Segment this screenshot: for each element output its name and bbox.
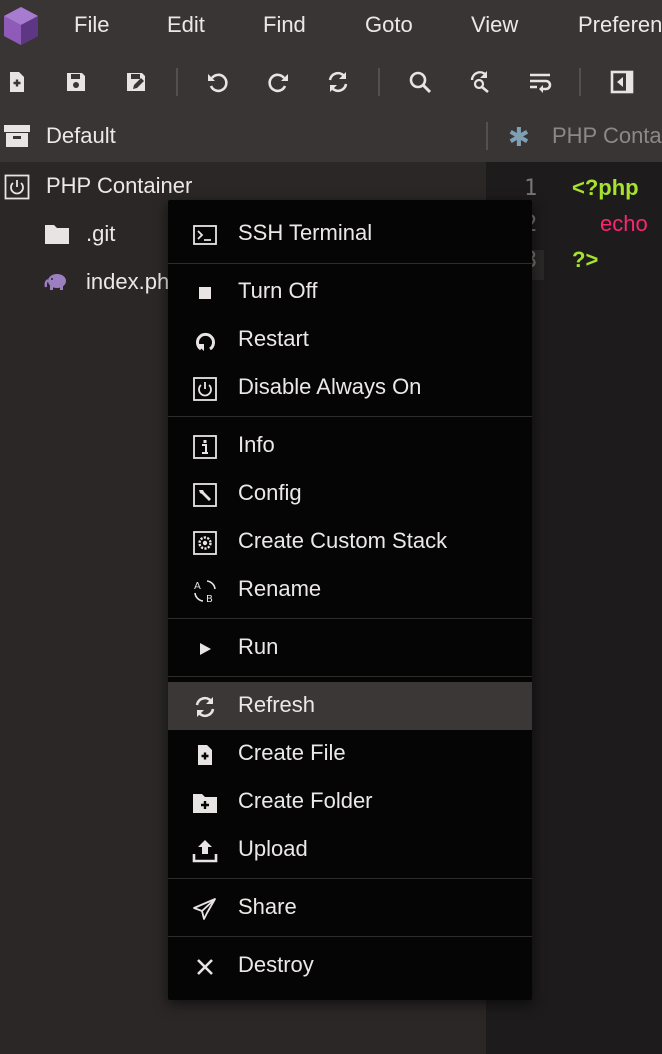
menu-item-destroy[interactable]: Destroy bbox=[168, 942, 532, 990]
menu-item-ssh-terminal[interactable]: SSH Terminal bbox=[168, 210, 532, 258]
stack-header[interactable]: Default bbox=[0, 110, 486, 162]
terminal-icon bbox=[192, 222, 218, 248]
menu-divider bbox=[168, 618, 532, 619]
redo-icon[interactable] bbox=[265, 69, 291, 95]
svg-text:A: A bbox=[194, 581, 201, 592]
menubar: File Edit Find Goto View Preferen bbox=[0, 0, 662, 52]
menu-divider bbox=[168, 676, 532, 677]
menu-goto[interactable]: Goto bbox=[365, 12, 413, 38]
menu-preferences[interactable]: Preferen bbox=[578, 12, 662, 38]
undo-icon[interactable] bbox=[205, 69, 231, 95]
close-icon bbox=[192, 954, 218, 980]
wrench-icon bbox=[192, 482, 218, 508]
menu-item-share[interactable]: Share bbox=[168, 884, 532, 932]
code-line[interactable]: ?> bbox=[572, 247, 598, 273]
menu-item-label: Restart bbox=[238, 326, 309, 351]
file-name: .git bbox=[86, 221, 116, 246]
menu-item-label: Upload bbox=[238, 836, 308, 861]
menu-find[interactable]: Find bbox=[263, 12, 306, 38]
menu-item-label: Create Custom Stack bbox=[238, 528, 448, 553]
word-wrap-icon[interactable] bbox=[527, 69, 553, 95]
context-menu: SSH Terminal Turn Off Restart Disable Al… bbox=[168, 200, 532, 1000]
menu-item-label: Refresh bbox=[238, 692, 316, 717]
menu-item-info[interactable]: Info bbox=[168, 422, 532, 470]
menu-item-label: Create Folder bbox=[238, 788, 373, 813]
menu-view[interactable]: View bbox=[471, 12, 518, 38]
toolbar-divider bbox=[579, 68, 581, 96]
menu-item-create-folder[interactable]: Create Folder bbox=[168, 778, 532, 826]
toolbar-divider bbox=[176, 68, 178, 96]
stop-icon bbox=[192, 280, 218, 306]
menu-divider bbox=[168, 263, 532, 264]
menu-item-label: Run bbox=[238, 634, 279, 659]
refresh-icon[interactable] bbox=[325, 69, 351, 95]
svg-text:B: B bbox=[206, 594, 213, 604]
search-icon[interactable] bbox=[407, 69, 433, 95]
archive-icon bbox=[3, 124, 31, 153]
power-icon bbox=[192, 376, 218, 402]
line-number: 1 bbox=[524, 176, 538, 201]
menu-item-disable-always-on[interactable]: Disable Always On bbox=[168, 364, 532, 412]
new-file-icon[interactable] bbox=[4, 69, 30, 95]
share-icon bbox=[192, 896, 218, 922]
menu-item-restart[interactable]: Restart bbox=[168, 316, 532, 364]
play-icon bbox=[192, 636, 218, 662]
menu-item-config[interactable]: Config bbox=[168, 470, 532, 518]
stack-title: Default bbox=[46, 123, 116, 148]
app-logo-icon[interactable] bbox=[2, 5, 40, 47]
container-name: PHP Container bbox=[46, 173, 193, 198]
search-replace-icon[interactable] bbox=[467, 69, 493, 95]
editor-tab[interactable]: PHP Conta bbox=[552, 123, 662, 149]
menu-item-run[interactable]: Run bbox=[168, 624, 532, 672]
new-file-icon bbox=[192, 742, 218, 768]
menu-item-label: Disable Always On bbox=[238, 374, 422, 399]
gear-icon bbox=[192, 530, 218, 556]
code-line[interactable]: <?php bbox=[572, 175, 639, 201]
menu-item-create-custom-stack[interactable]: Create Custom Stack bbox=[168, 518, 532, 566]
menu-item-rename[interactable]: AB Rename bbox=[168, 566, 532, 614]
restart-icon bbox=[192, 328, 218, 354]
code-line[interactable]: echo bbox=[600, 211, 648, 237]
upload-icon bbox=[192, 838, 218, 864]
menu-item-refresh[interactable]: Refresh bbox=[168, 682, 532, 730]
info-icon bbox=[192, 434, 218, 460]
new-folder-icon bbox=[192, 790, 218, 816]
file-name: index.ph bbox=[86, 269, 170, 294]
menu-edit[interactable]: Edit bbox=[167, 12, 205, 38]
toolbar-divider bbox=[378, 68, 380, 96]
tab-bar: ✱ PHP Conta bbox=[486, 110, 662, 162]
power-icon bbox=[4, 174, 30, 205]
menu-item-label: Config bbox=[238, 480, 302, 505]
menu-item-label: Turn Off bbox=[238, 278, 318, 303]
menu-item-label: Destroy bbox=[238, 952, 314, 977]
menu-divider bbox=[168, 878, 532, 879]
refresh-icon bbox=[192, 694, 218, 720]
tab-divider bbox=[486, 122, 488, 150]
menu-divider bbox=[168, 416, 532, 417]
modified-star-icon: ✱ bbox=[508, 122, 530, 152]
menu-item-label: Create File bbox=[238, 740, 346, 765]
menu-item-upload[interactable]: Upload bbox=[168, 826, 532, 874]
menu-item-label: Info bbox=[238, 432, 275, 457]
menu-item-turn-off[interactable]: Turn Off bbox=[168, 268, 532, 316]
save-as-icon[interactable] bbox=[123, 69, 149, 95]
menu-item-label: SSH Terminal bbox=[238, 220, 373, 245]
menu-item-label: Share bbox=[238, 894, 297, 919]
toggle-panel-icon[interactable] bbox=[609, 69, 635, 95]
php-elephant-icon bbox=[44, 272, 70, 297]
menu-divider bbox=[168, 936, 532, 937]
toolbar bbox=[0, 52, 662, 110]
folder-icon bbox=[44, 223, 70, 250]
menu-item-label: Rename bbox=[238, 576, 322, 601]
rename-icon: AB bbox=[192, 578, 218, 604]
menu-item-create-file[interactable]: Create File bbox=[168, 730, 532, 778]
menu-file[interactable]: File bbox=[74, 12, 109, 38]
save-icon[interactable] bbox=[63, 69, 89, 95]
